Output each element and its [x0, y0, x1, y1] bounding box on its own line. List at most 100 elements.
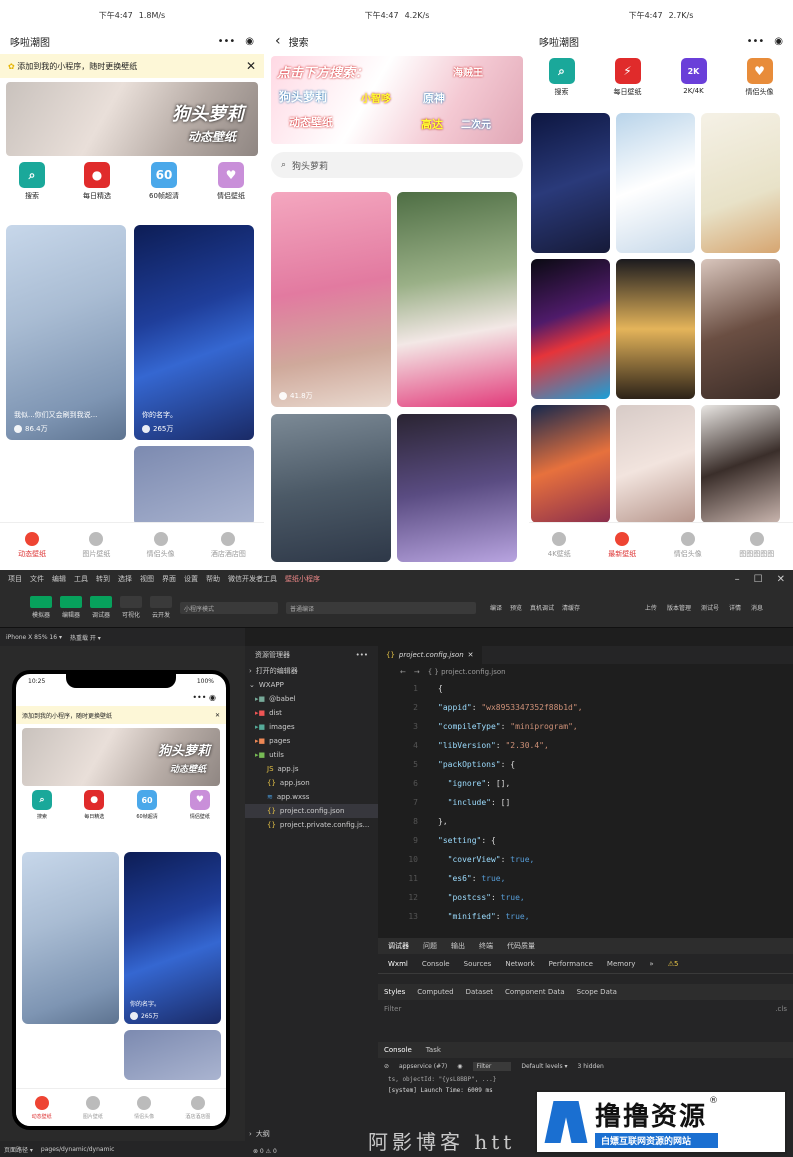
editor-tab[interactable]: {} project.config.json ✕: [378, 646, 482, 664]
file-item[interactable]: ▸■ images: [245, 720, 378, 734]
tab-network[interactable]: Network: [505, 960, 534, 968]
tab-console[interactable]: Console: [384, 1046, 412, 1054]
tab-couple[interactable]: 情侣头像: [147, 532, 175, 559]
upload-button[interactable]: 上传: [645, 603, 657, 612]
gallery-item[interactable]: [616, 113, 695, 253]
close-icon[interactable]: ✕: [468, 651, 474, 659]
tab-terminal[interactable]: 终端: [479, 941, 493, 951]
eye-icon[interactable]: ◉: [457, 1063, 462, 1070]
wallpaper-card[interactable]: 我似...你们又会刷到我说... 86.4万: [6, 225, 126, 440]
simulator-toggle[interactable]: 模拟器: [30, 596, 52, 619]
more-icon[interactable]: •••: [218, 36, 236, 47]
device-select[interactable]: iPhone X 85% 16 ▾: [6, 634, 62, 641]
code-editor[interactable]: {} project.config.json ✕ ← → { } project.con…: [378, 646, 793, 936]
tab-4k[interactable]: 4K壁纸: [548, 532, 571, 559]
tab-component-data[interactable]: Component Data: [505, 988, 565, 996]
more-icon[interactable]: •••: [356, 651, 368, 659]
search-shortcut[interactable]: ⌕ 搜索: [19, 162, 45, 201]
menu-item[interactable]: 文件: [30, 574, 44, 584]
tab-more[interactable]: 酒店酒店图: [185, 1095, 210, 1120]
file-item[interactable]: {} project.config.json: [245, 804, 378, 818]
file-item[interactable]: ▸■ dist: [245, 706, 378, 720]
context-select[interactable]: appservice (#7): [399, 1063, 447, 1070]
gallery-item[interactable]: [616, 259, 695, 399]
page-path-label[interactable]: 页面路径 ▾: [4, 1145, 33, 1154]
60fps-shortcut[interactable]: 60 60帧超清: [136, 790, 158, 820]
4k-shortcut[interactable]: 2K 2K/4K: [680, 58, 707, 97]
more-tabs[interactable]: »: [649, 960, 653, 968]
mode-select[interactable]: 小程序模式: [180, 601, 278, 614]
console-filter[interactable]: Filter: [472, 1061, 512, 1071]
compile-button[interactable]: 编译: [490, 603, 502, 612]
couple-shortcut[interactable]: ♥ 情侣壁纸: [189, 790, 210, 820]
arrow-left-icon[interactable]: ←: [400, 668, 406, 676]
preview-button[interactable]: 预览: [510, 603, 522, 612]
tab-debugger[interactable]: 调试器: [388, 941, 409, 951]
search-input[interactable]: ⌕ 狗头萝莉: [271, 152, 523, 178]
sim-capsule[interactable]: ••• ◉: [16, 689, 226, 706]
compile-select[interactable]: 普通编译: [286, 601, 476, 614]
tab-images[interactable]: 图片壁纸: [83, 1095, 103, 1120]
notice-close-button[interactable]: ✕: [246, 59, 256, 73]
menu-item[interactable]: 视图: [140, 574, 154, 584]
open-editors-section[interactable]: › 打开的编辑器: [245, 664, 378, 678]
tab-problems[interactable]: 问题: [423, 941, 437, 951]
result-card[interactable]: [397, 192, 517, 407]
menu-item[interactable]: 转到: [96, 574, 110, 584]
daily-pick-shortcut[interactable]: ● 每日精选: [83, 162, 111, 201]
close-icon[interactable]: ✕: [777, 574, 785, 585]
menu-item[interactable]: 编辑: [52, 574, 66, 584]
tab-computed[interactable]: Computed: [417, 988, 453, 996]
version-button[interactable]: 版本管理: [667, 603, 691, 612]
menu-item[interactable]: 设置: [184, 574, 198, 584]
gallery-item[interactable]: [701, 113, 780, 253]
daily-pick-shortcut[interactable]: ● 每日精选: [84, 790, 104, 820]
cls-toggle[interactable]: .cls: [775, 1005, 787, 1013]
sim-banner[interactable]: 狗头萝莉 动态壁纸: [22, 728, 220, 786]
styles-filter[interactable]: Filter .cls: [378, 1000, 793, 1018]
wallpaper-card[interactable]: 你的名字。 265万: [124, 852, 221, 1024]
file-item[interactable]: JS app.js: [245, 762, 378, 776]
gallery-item[interactable]: [531, 405, 610, 523]
menu-item[interactable]: 项目: [8, 574, 22, 584]
search-shortcut[interactable]: ⌕ 搜索: [548, 58, 575, 97]
clear-icon[interactable]: ⊘: [384, 1063, 389, 1070]
daily-shortcut[interactable]: ⚡ 每日壁纸: [614, 58, 642, 97]
clear-cache-button[interactable]: 清缓存: [562, 603, 580, 612]
close-mini-icon[interactable]: ◉: [774, 36, 783, 47]
arrow-right-icon[interactable]: →: [414, 668, 420, 676]
wallpaper-card[interactable]: [22, 852, 119, 1024]
result-card[interactable]: 41.8万: [271, 192, 391, 407]
tab-more[interactable]: 图图图图图: [739, 532, 774, 559]
wallpaper-card[interactable]: [134, 446, 254, 526]
tab-more[interactable]: 酒店酒店图: [211, 532, 246, 559]
banner-image[interactable]: 狗头萝莉 动态壁纸: [6, 82, 258, 156]
60fps-shortcut[interactable]: 60 60帧超清: [149, 162, 179, 201]
maximize-icon[interactable]: ☐: [754, 574, 763, 585]
search-banner[interactable]: 点击下方搜索： 狗头萝莉 小智哆 原神 动态壁纸 高达 二次元 海贼王: [271, 56, 523, 144]
result-card[interactable]: [271, 414, 391, 562]
notice-close-button[interactable]: ✕: [215, 712, 220, 719]
levels-select[interactable]: Default levels ▾: [521, 1063, 567, 1070]
file-item[interactable]: {} project.private.config.js...: [245, 818, 378, 832]
wallpaper-card[interactable]: [124, 1030, 221, 1080]
tab-console[interactable]: Console: [422, 960, 450, 968]
file-item[interactable]: ≋ app.wxss: [245, 790, 378, 804]
file-item[interactable]: ▸■ @babel: [245, 692, 378, 706]
tab-quality[interactable]: 代码质量: [507, 941, 535, 951]
file-item[interactable]: ▸■ pages: [245, 734, 378, 748]
menu-item[interactable]: 帮助: [206, 574, 220, 584]
tab-images[interactable]: 图片壁纸: [82, 532, 110, 559]
tab-couple[interactable]: 情侣头像: [674, 532, 702, 559]
wallpaper-card[interactable]: 你的名字。 265万: [134, 225, 254, 440]
back-icon[interactable]: ‹: [275, 33, 281, 49]
tab-wxml[interactable]: Wxml: [388, 960, 408, 968]
tab-scope-data[interactable]: Scope Data: [577, 988, 617, 996]
gallery-item[interactable]: [531, 113, 610, 253]
messages-button[interactable]: 消息: [751, 603, 763, 612]
root-folder[interactable]: ⌄ WXAPP: [245, 678, 378, 692]
tab-dataset[interactable]: Dataset: [466, 988, 493, 996]
menu-item[interactable]: 工具: [74, 574, 88, 584]
cloud-toggle[interactable]: 云开发: [150, 596, 172, 619]
minimize-icon[interactable]: –: [735, 574, 740, 585]
